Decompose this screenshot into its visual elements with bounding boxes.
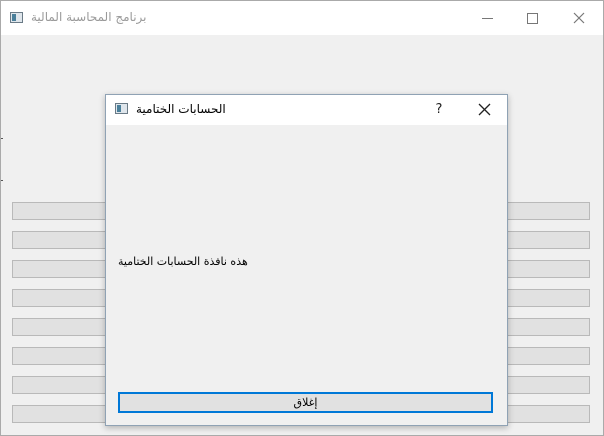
dialog-message: هذه نافذة الحسابات الختامية — [118, 255, 248, 268]
help-button[interactable]: ? — [424, 95, 454, 125]
close-button[interactable]: إغلاق — [118, 392, 493, 413]
main-window-title: برنامج المحاسبة المالية — [31, 10, 147, 24]
dialog-window-icon — [115, 103, 128, 114]
close-window-button[interactable] — [556, 1, 602, 35]
dialog-titlebar: الحسابات الختامية ? — [106, 95, 507, 125]
minimize-button[interactable] — [465, 1, 511, 35]
left-edge-mark — [1, 180, 3, 181]
maximize-button[interactable] — [510, 1, 556, 35]
close-icon — [478, 103, 491, 116]
left-edge-mark — [1, 138, 3, 139]
final-accounts-dialog: الحسابات الختامية ? هذه نافذة الحسابات ا… — [105, 94, 508, 426]
app-window-icon — [10, 12, 23, 23]
dialog-title: الحسابات الختامية — [136, 102, 226, 116]
close-icon — [573, 12, 585, 24]
main-titlebar: برنامج المحاسبة المالية — [1, 1, 603, 35]
dialog-close-button[interactable] — [464, 95, 506, 125]
